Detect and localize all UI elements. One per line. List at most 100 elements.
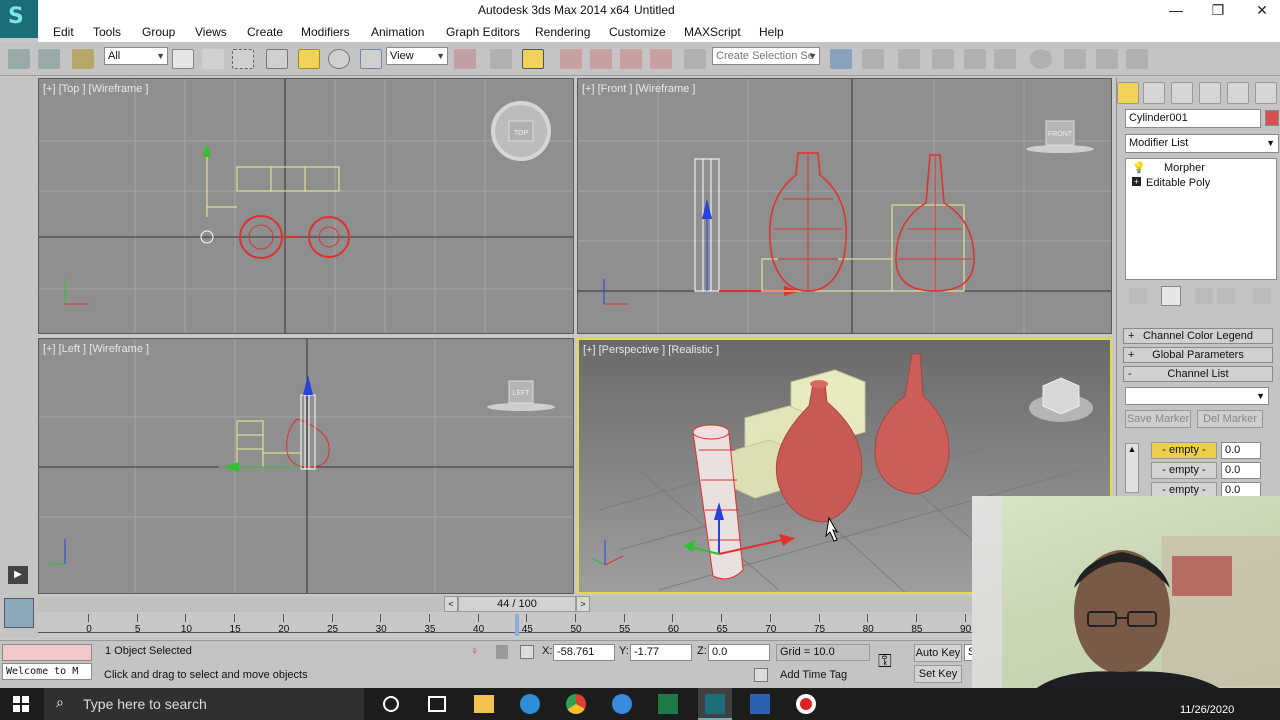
x-coordinate-field[interactable]: -58.761	[553, 644, 615, 661]
render-production-icon[interactable]	[1126, 49, 1148, 69]
y-coordinate-field[interactable]: -1.77	[630, 644, 692, 661]
schematic-view-icon[interactable]	[994, 49, 1016, 69]
channel-scroll-up[interactable]: ▲	[1125, 443, 1139, 493]
time-tag-icon[interactable]	[754, 668, 768, 682]
expand-icon[interactable]: +	[1132, 177, 1141, 186]
frame-readout[interactable]: 44 / 100	[458, 596, 576, 612]
rollout-channel-list[interactable]: - Channel List	[1123, 366, 1273, 382]
corel-icon[interactable]	[658, 694, 678, 714]
menu-rendering[interactable]: Rendering	[535, 25, 590, 39]
channel-slot-2[interactable]: - empty -	[1151, 462, 1217, 479]
viewport-label-top[interactable]: [+] [Top ] [Wireframe ]	[43, 83, 148, 95]
selection-filter-dropdown[interactable]: All ▼	[104, 47, 168, 65]
viewport-front[interactable]: FRONT [+] [Front ] [Wireframe ]	[577, 78, 1112, 334]
rollout-global-parameters[interactable]: + Global Parameters	[1123, 347, 1273, 363]
next-frame-button[interactable]: >	[576, 596, 590, 612]
internet-explorer-icon[interactable]	[612, 694, 632, 714]
modify-tab-icon[interactable]	[1143, 82, 1165, 104]
file-explorer-icon[interactable]	[474, 695, 494, 713]
window-crossing-icon[interactable]	[266, 49, 288, 69]
menu-tools[interactable]: Tools	[93, 25, 121, 39]
menu-maxscript[interactable]: MAXScript	[684, 25, 741, 39]
keyboard-shortcut-override-icon[interactable]	[522, 49, 544, 69]
windows-start-icon[interactable]	[13, 696, 29, 712]
angle-snap-icon[interactable]	[590, 49, 612, 69]
select-and-rotate-icon[interactable]	[328, 49, 350, 69]
render-setup-icon[interactable]	[1064, 49, 1086, 69]
reference-coordinate-dropdown[interactable]: View ▼	[386, 47, 448, 65]
word-icon[interactable]	[750, 694, 770, 714]
rollout-channel-color-legend[interactable]: + Channel Color Legend	[1123, 328, 1273, 344]
viewport-label-front[interactable]: [+] [Front ] [Wireframe ]	[582, 83, 695, 95]
curve-editor-icon[interactable]	[964, 49, 986, 69]
edit-named-selection-icon[interactable]	[684, 49, 706, 69]
channel-value-2[interactable]: 0.0	[1221, 462, 1261, 479]
utilities-tab-icon[interactable]	[1255, 82, 1277, 104]
app-logo-icon[interactable]: S	[0, 0, 38, 38]
bind-space-warp-icon[interactable]	[72, 49, 94, 69]
rectangle-selection-icon[interactable]	[232, 49, 254, 69]
isolate-selection-icon[interactable]: ♀	[470, 644, 479, 658]
menu-customize[interactable]: Customize	[609, 25, 666, 39]
maxscript-mini-listener-top[interactable]	[2, 644, 92, 661]
channel-value-1[interactable]: 0.0	[1221, 442, 1261, 459]
modifier-list-dropdown[interactable]: Modifier List ▼	[1125, 134, 1279, 153]
menu-create[interactable]: Create	[247, 25, 283, 39]
menu-edit[interactable]: Edit	[53, 25, 74, 39]
track-bar[interactable]: 0 5 10 15 20 25 30 35 40 45 50 55 60 65 70 75 80 85 90	[38, 614, 978, 640]
named-selection-sets-input[interactable]: Create Selection Se ▼	[712, 47, 820, 65]
show-end-result-icon[interactable]	[1161, 286, 1181, 306]
marker-dropdown[interactable]: ▼	[1125, 387, 1269, 405]
object-name-field[interactable]: Cylinder001	[1125, 109, 1261, 128]
save-marker-button[interactable]: Save Marker	[1125, 410, 1191, 428]
absolute-mode-icon[interactable]	[520, 645, 534, 659]
unlink-icon[interactable]	[38, 49, 60, 69]
key-icon[interactable]: ⚿	[878, 651, 892, 672]
play-toggle-icon[interactable]: ▶	[8, 566, 28, 584]
select-and-move-icon[interactable]	[298, 49, 320, 69]
edge-icon[interactable]	[520, 694, 540, 714]
z-coordinate-field[interactable]: 0.0	[708, 644, 770, 661]
screen-recorder-icon[interactable]	[796, 694, 816, 714]
time-slider[interactable]: < 44 / 100 >	[38, 596, 1106, 612]
minimize-button[interactable]: —	[1166, 2, 1186, 18]
task-view-icon[interactable]	[428, 696, 446, 712]
del-marker-button[interactable]: Del Marker	[1197, 410, 1263, 428]
stack-item-morpher[interactable]: Morpher	[1164, 162, 1205, 174]
select-by-name-icon[interactable]	[202, 49, 224, 69]
menu-help[interactable]: Help	[759, 25, 784, 39]
viewport-label-left[interactable]: [+] [Left ] [Wireframe ]	[43, 343, 149, 355]
add-time-tag[interactable]: Add Time Tag	[780, 669, 847, 681]
align-icon[interactable]	[862, 49, 884, 69]
hierarchy-tab-icon[interactable]	[1171, 82, 1193, 104]
select-manipulate-icon[interactable]	[490, 49, 512, 69]
menu-group[interactable]: Group	[142, 25, 175, 39]
display-tab-icon[interactable]	[1227, 82, 1249, 104]
material-editor-icon[interactable]	[1030, 49, 1052, 69]
3dsmax-taskbar-button[interactable]	[698, 688, 732, 720]
maxscript-listener[interactable]: Welcome to M	[2, 663, 92, 680]
prev-frame-button[interactable]: <	[444, 596, 458, 612]
viewport-top[interactable]: TOP [+] [Top ] [Wireframe ]	[38, 78, 574, 334]
remove-modifier-icon[interactable]	[1217, 288, 1235, 304]
menu-animation[interactable]: Animation	[371, 25, 424, 39]
create-tab-icon[interactable]	[1117, 82, 1139, 104]
mini-listener-icon[interactable]	[4, 598, 34, 628]
stack-item-editable-poly[interactable]: Editable Poly	[1146, 177, 1210, 189]
link-icon[interactable]	[8, 49, 30, 69]
make-unique-icon[interactable]	[1195, 288, 1213, 304]
graphite-ribbon-icon[interactable]	[932, 49, 954, 69]
layer-manager-icon[interactable]	[898, 49, 920, 69]
bulb-icon[interactable]: 💡	[1132, 161, 1146, 174]
mirror-icon[interactable]	[830, 49, 852, 69]
configure-modifier-sets-icon[interactable]	[1253, 288, 1271, 304]
pivot-center-icon[interactable]	[454, 49, 476, 69]
pin-stack-icon[interactable]	[1129, 288, 1147, 304]
cortana-icon[interactable]	[383, 696, 399, 712]
menu-views[interactable]: Views	[195, 25, 227, 39]
maximize-button[interactable]: ❐	[1208, 2, 1228, 19]
menu-modifiers[interactable]: Modifiers	[301, 25, 350, 39]
menu-graph-editors[interactable]: Graph Editors	[446, 25, 520, 39]
viewport-left[interactable]: LEFT [+] [Left ] [Wireframe ]	[38, 338, 574, 594]
motion-tab-icon[interactable]	[1199, 82, 1221, 104]
